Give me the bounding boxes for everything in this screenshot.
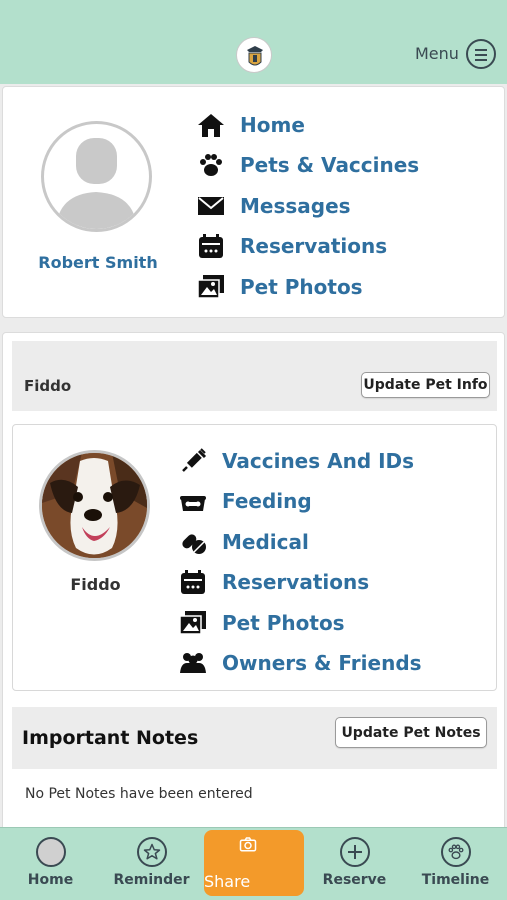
- pet-nav-reservations-label: Reservations: [222, 570, 370, 594]
- pet-nav-feeding[interactable]: Feeding: [178, 484, 312, 518]
- notes-title: Important Notes: [22, 727, 199, 749]
- nav-pets-vaccines[interactable]: Pets & Vaccines: [196, 148, 419, 182]
- pet-nav-reservations[interactable]: Reservations: [178, 565, 369, 599]
- tab-reminder-label: Reminder: [113, 872, 190, 888]
- hamburger-menu-icon[interactable]: [466, 39, 496, 69]
- nav-pet-photos[interactable]: Pet Photos: [196, 270, 363, 304]
- top-bar: Menu: [0, 0, 507, 84]
- tab-reminder[interactable]: Reminder: [101, 828, 202, 900]
- nav-messages[interactable]: Messages: [196, 189, 351, 223]
- camera-icon: [239, 836, 257, 856]
- photos-icon: [196, 272, 226, 302]
- tab-timeline-label: Timeline: [421, 872, 490, 888]
- tab-timeline[interactable]: Timeline: [405, 828, 506, 900]
- pet-nav-medical-label: Medical: [222, 530, 309, 554]
- pet-avatar[interactable]: [39, 450, 150, 561]
- notes-header: Important Notes Update Pet Notes: [12, 707, 497, 769]
- tab-share[interactable]: Share: [204, 830, 304, 896]
- tab-reserve-label: Reserve: [322, 872, 387, 888]
- user-avatar[interactable]: [41, 121, 152, 232]
- default-user-icon: [56, 138, 137, 229]
- pet-nav-photos[interactable]: Pet Photos: [178, 606, 345, 640]
- photos-icon: [178, 608, 208, 638]
- pet-header: Fiddo Update Pet Info: [12, 341, 497, 411]
- pills-icon: [178, 527, 208, 557]
- envelope-icon: [196, 191, 226, 221]
- nav-home[interactable]: Home: [196, 108, 305, 142]
- syringe-icon: [178, 446, 208, 476]
- pet-card: Fiddo Vaccines And IDs Feeding Medical R…: [12, 424, 497, 691]
- profile-card: Robert Smith Home Pets & Vaccines Messag…: [2, 86, 505, 318]
- pet-nav-medical[interactable]: Medical: [178, 525, 309, 559]
- nav-pets-vaccines-label: Pets & Vaccines: [240, 153, 420, 177]
- notes-body: No Pet Notes have been entered: [12, 769, 497, 833]
- pet-nav-photos-label: Pet Photos: [222, 611, 345, 635]
- nav-reservations[interactable]: Reservations: [196, 229, 387, 263]
- menu-label[interactable]: Menu: [415, 44, 459, 63]
- plus-icon: [340, 837, 370, 867]
- paw-icon: [196, 150, 226, 180]
- pet-name: Fiddo: [70, 575, 121, 594]
- nav-messages-label: Messages: [240, 194, 351, 218]
- nav-pet-photos-label: Pet Photos: [240, 275, 363, 299]
- notes-empty-text: No Pet Notes have been entered: [25, 786, 253, 802]
- pet-nav-owners-friends-label: Owners & Friends: [222, 651, 422, 675]
- dog-photo: [42, 453, 147, 558]
- tab-home-label: Home: [27, 872, 74, 888]
- home-icon: [196, 110, 226, 140]
- update-pet-info-button[interactable]: Update Pet Info: [361, 372, 490, 398]
- tab-share-label: Share: [204, 872, 251, 891]
- pet-nav-feeding-label: Feeding: [222, 489, 312, 513]
- pet-nav-owners-friends[interactable]: Owners & Friends: [178, 646, 422, 680]
- calendar-icon: [196, 231, 226, 261]
- pet-section: Fiddo Update Pet Info Fiddo Vaccines And…: [2, 332, 505, 833]
- bottom-tab-bar: Home Reminder Share Reserve Timeline: [0, 827, 507, 900]
- nav-home-label: Home: [240, 113, 305, 137]
- shield-logo-icon[interactable]: [236, 37, 272, 73]
- calendar-icon: [178, 567, 208, 597]
- home-circle-icon: [36, 837, 66, 867]
- star-icon: [137, 837, 167, 867]
- tab-home[interactable]: Home: [0, 828, 101, 900]
- pet-header-name: Fiddo: [24, 377, 72, 395]
- pet-nav-vaccines[interactable]: Vaccines And IDs: [178, 444, 414, 478]
- tab-reserve[interactable]: Reserve: [304, 828, 405, 900]
- update-pet-notes-button[interactable]: Update Pet Notes: [335, 717, 487, 748]
- user-name[interactable]: Robert Smith: [3, 253, 193, 272]
- paw-icon: [441, 837, 471, 867]
- users-icon: [178, 648, 208, 678]
- nav-reservations-label: Reservations: [240, 234, 388, 258]
- food-bowl-icon: [178, 486, 208, 516]
- pet-nav-vaccines-label: Vaccines And IDs: [222, 449, 415, 473]
